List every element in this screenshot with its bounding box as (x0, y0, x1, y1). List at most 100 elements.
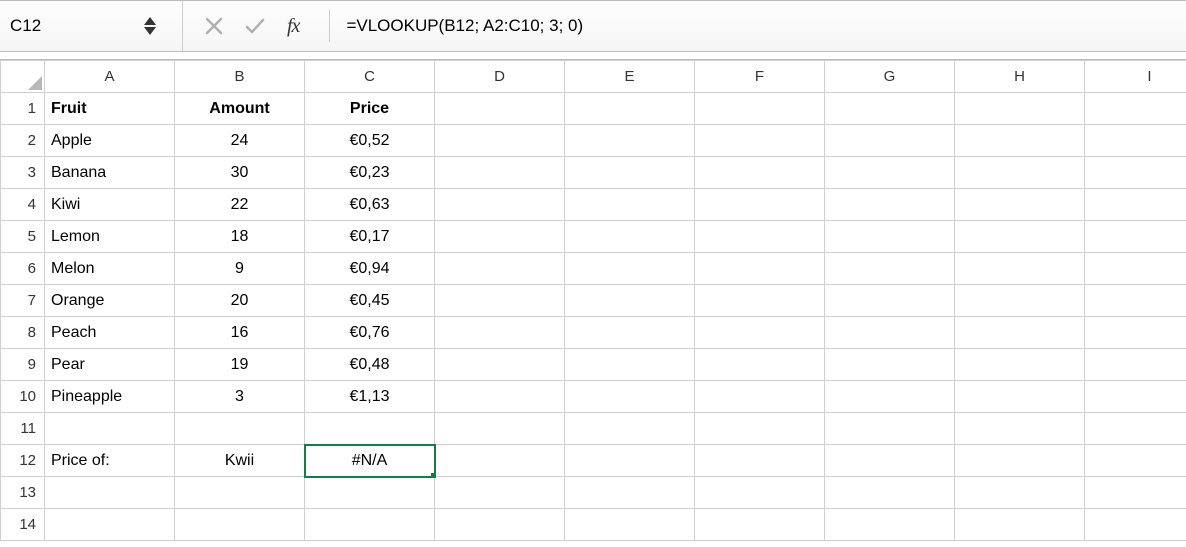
cell-E10[interactable] (565, 381, 695, 413)
cell-C11[interactable] (305, 413, 435, 445)
cell-F6[interactable] (695, 253, 825, 285)
cell-C6[interactable]: €0,94 (305, 253, 435, 285)
cell-I13[interactable] (1085, 477, 1186, 509)
cell-D5[interactable] (435, 221, 565, 253)
cell-D1[interactable] (435, 93, 565, 125)
cell-D8[interactable] (435, 317, 565, 349)
cell-E9[interactable] (565, 349, 695, 381)
cell-H14[interactable] (955, 509, 1085, 541)
cell-H10[interactable] (955, 381, 1085, 413)
row-header[interactable]: 1 (1, 93, 45, 125)
cell-A14[interactable] (45, 509, 175, 541)
cell-I5[interactable] (1085, 221, 1186, 253)
fx-icon[interactable]: fx (287, 15, 299, 38)
cell-F7[interactable] (695, 285, 825, 317)
cell-B3[interactable]: 30 (175, 157, 305, 189)
cell-F8[interactable] (695, 317, 825, 349)
cell-C7[interactable]: €0,45 (305, 285, 435, 317)
row-header[interactable]: 7 (1, 285, 45, 317)
cell-I1[interactable] (1085, 93, 1186, 125)
cell-B12[interactable]: Kwii (175, 445, 305, 477)
cell-G14[interactable] (825, 509, 955, 541)
row-header[interactable]: 12 (1, 445, 45, 477)
cell-C10[interactable]: €1,13 (305, 381, 435, 413)
cell-F12[interactable] (695, 445, 825, 477)
cell-H5[interactable] (955, 221, 1085, 253)
cell-H9[interactable] (955, 349, 1085, 381)
cell-I14[interactable] (1085, 509, 1186, 541)
cell-B4[interactable]: 22 (175, 189, 305, 221)
cell-I3[interactable] (1085, 157, 1186, 189)
cell-H13[interactable] (955, 477, 1085, 509)
row-header[interactable]: 3 (1, 157, 45, 189)
cell-E3[interactable] (565, 157, 695, 189)
cell-H1[interactable] (955, 93, 1085, 125)
cell-I4[interactable] (1085, 189, 1186, 221)
cell-E12[interactable] (565, 445, 695, 477)
cell-A11[interactable] (45, 413, 175, 445)
cell-B10[interactable]: 3 (175, 381, 305, 413)
cell-G13[interactable] (825, 477, 955, 509)
cell-F2[interactable] (695, 125, 825, 157)
cell-A9[interactable]: Pear (45, 349, 175, 381)
row-header[interactable]: 14 (1, 509, 45, 541)
cell-F11[interactable] (695, 413, 825, 445)
row-header[interactable]: 10 (1, 381, 45, 413)
col-header[interactable]: I (1085, 61, 1186, 93)
cell-C12[interactable]: #N/A (305, 445, 435, 477)
cell-D13[interactable] (435, 477, 565, 509)
cell-G2[interactable] (825, 125, 955, 157)
cell-C9[interactable]: €0,48 (305, 349, 435, 381)
col-header[interactable]: E (565, 61, 695, 93)
col-header[interactable]: F (695, 61, 825, 93)
cell-A7[interactable]: Orange (45, 285, 175, 317)
cell-D9[interactable] (435, 349, 565, 381)
cell-C14[interactable] (305, 509, 435, 541)
name-box[interactable]: C12 (10, 1, 130, 51)
cell-E1[interactable] (565, 93, 695, 125)
row-header[interactable]: 5 (1, 221, 45, 253)
cell-H2[interactable] (955, 125, 1085, 157)
cell-D4[interactable] (435, 189, 565, 221)
cell-G10[interactable] (825, 381, 955, 413)
cell-B1[interactable]: Amount (175, 93, 305, 125)
spreadsheet-grid[interactable]: A B C D E F G H I 1FruitAmountPrice2Appl… (0, 60, 1186, 541)
cell-E13[interactable] (565, 477, 695, 509)
cell-C2[interactable]: €0,52 (305, 125, 435, 157)
cell-A8[interactable]: Peach (45, 317, 175, 349)
cell-C5[interactable]: €0,17 (305, 221, 435, 253)
cell-D11[interactable] (435, 413, 565, 445)
cell-G3[interactable] (825, 157, 955, 189)
select-all-corner[interactable] (1, 61, 45, 93)
cell-E7[interactable] (565, 285, 695, 317)
cell-D6[interactable] (435, 253, 565, 285)
cell-H3[interactable] (955, 157, 1085, 189)
cell-G11[interactable] (825, 413, 955, 445)
cell-D3[interactable] (435, 157, 565, 189)
col-header[interactable]: B (175, 61, 305, 93)
cell-E6[interactable] (565, 253, 695, 285)
cell-H7[interactable] (955, 285, 1085, 317)
cell-B2[interactable]: 24 (175, 125, 305, 157)
cell-B14[interactable] (175, 509, 305, 541)
col-header[interactable]: D (435, 61, 565, 93)
row-header[interactable]: 9 (1, 349, 45, 381)
cell-G9[interactable] (825, 349, 955, 381)
cell-B11[interactable] (175, 413, 305, 445)
formula-input[interactable]: =VLOOKUP(B12; A2:C10; 3; 0) (330, 1, 1186, 51)
col-header[interactable]: H (955, 61, 1085, 93)
cell-F14[interactable] (695, 509, 825, 541)
cell-B9[interactable]: 19 (175, 349, 305, 381)
cell-B13[interactable] (175, 477, 305, 509)
cell-F10[interactable] (695, 381, 825, 413)
cell-A4[interactable]: Kiwi (45, 189, 175, 221)
row-header[interactable]: 4 (1, 189, 45, 221)
cell-A1[interactable]: Fruit (45, 93, 175, 125)
cell-B8[interactable]: 16 (175, 317, 305, 349)
cell-A10[interactable]: Pineapple (45, 381, 175, 413)
cell-I10[interactable] (1085, 381, 1186, 413)
cell-I7[interactable] (1085, 285, 1186, 317)
cell-I8[interactable] (1085, 317, 1186, 349)
cell-F3[interactable] (695, 157, 825, 189)
cell-E5[interactable] (565, 221, 695, 253)
